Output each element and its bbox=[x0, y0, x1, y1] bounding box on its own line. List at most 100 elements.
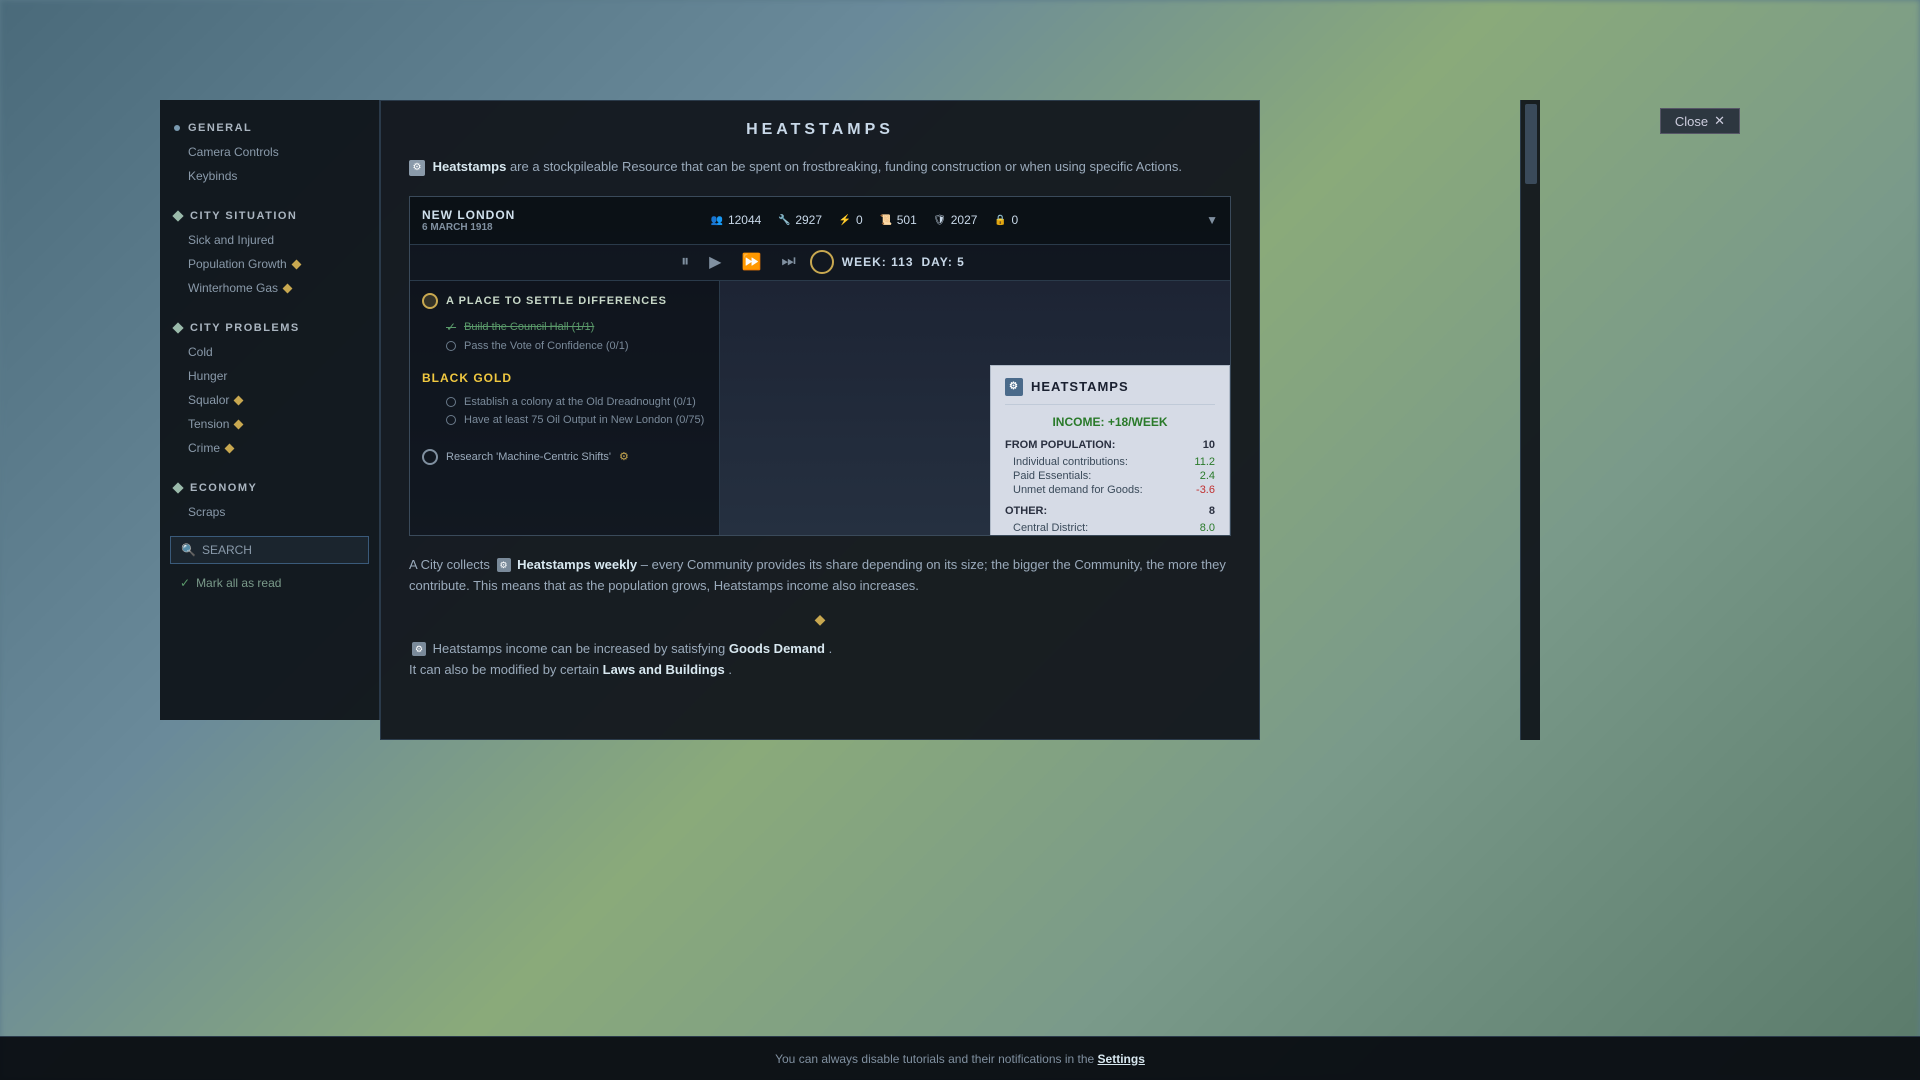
task-circle-colony-icon bbox=[446, 397, 456, 407]
close-icon: ✕ bbox=[1714, 113, 1725, 129]
task-circle-icon bbox=[446, 341, 456, 351]
heatstamps-body-icon: ⚙ bbox=[497, 558, 511, 572]
faith-value: 2027 bbox=[951, 213, 978, 227]
mark-all-read-button[interactable]: ✓ Mark all as read bbox=[160, 570, 379, 596]
day-label: DAY: 5 bbox=[922, 255, 965, 269]
sidebar-item-cold[interactable]: Cold bbox=[160, 340, 379, 364]
scrollbar-handle[interactable] bbox=[1525, 104, 1537, 184]
week-label: WEEK: 113 bbox=[842, 255, 914, 269]
body-paragraph-1: A City collects ⚙ Heatstamps weekly – ev… bbox=[409, 554, 1231, 597]
bottom-bar: You can always disable tutorials and the… bbox=[0, 1036, 1920, 1080]
hud-res-wood: 🔧 2927 bbox=[777, 213, 822, 227]
hs-popup-title-text: HEATSTAMPS bbox=[1031, 379, 1129, 394]
city-problems-diamond-icon bbox=[172, 322, 183, 333]
hs-section-from-pop: FROM POPULATION: 10 Individual contribut… bbox=[1005, 439, 1215, 497]
quest-research-item: Research 'Machine-Centric Shifts' ⚙ bbox=[422, 445, 707, 469]
tension-diamond-icon bbox=[234, 419, 244, 429]
heatstamps-value: 501 bbox=[897, 213, 917, 227]
economy-label: ECONOMY bbox=[190, 482, 257, 494]
central-district-value: 8.0 bbox=[1200, 522, 1215, 534]
para2-keyword1: Goods Demand bbox=[729, 641, 825, 656]
tension-label: Tension bbox=[188, 417, 229, 431]
income-value: +18/WEEK bbox=[1108, 415, 1168, 429]
sidebar-section-economy: ECONOMY Scraps bbox=[160, 476, 379, 524]
play-button[interactable]: ▶ bbox=[703, 250, 727, 274]
paid-essentials-label: Paid Essentials: bbox=[1013, 470, 1091, 482]
sidebar-item-crime[interactable]: Crime bbox=[160, 436, 379, 460]
quest-task-oil: Have at least 75 Oil Output in New Londo… bbox=[422, 411, 707, 429]
task-circle-oil-icon bbox=[446, 415, 456, 425]
sidebar-search[interactable]: 🔍 SEARCH bbox=[170, 536, 369, 564]
economy-diamond-icon bbox=[172, 482, 183, 493]
sidebar-section-general: GENERAL Camera Controls Keybinds bbox=[160, 116, 379, 188]
quest-panel: A PLACE TO SETTLE DIFFERENCES ✓ Build th… bbox=[410, 281, 720, 535]
bottom-bar-settings-link[interactable]: Settings bbox=[1098, 1052, 1145, 1066]
city-situation-diamond-icon bbox=[172, 210, 183, 221]
camera-controls-label: Camera Controls bbox=[188, 145, 279, 159]
individual-label: Individual contributions: bbox=[1013, 456, 1128, 468]
game-screenshot: NEW LONDON 6 MARCH 1918 👥 12044 🔧 2927 ⚡… bbox=[409, 196, 1231, 536]
income-label: INCOME: bbox=[1052, 415, 1104, 429]
sidebar-section-economy-header: ECONOMY bbox=[160, 476, 379, 500]
sidebar-section-city-problems-header: CITY PROBLEMS bbox=[160, 316, 379, 340]
sidebar-item-camera-controls[interactable]: Camera Controls bbox=[160, 140, 379, 164]
squalor-diamond-icon bbox=[234, 395, 244, 405]
wood-value: 2927 bbox=[795, 213, 822, 227]
sidebar-item-hunger[interactable]: Hunger bbox=[160, 364, 379, 388]
general-label: GENERAL bbox=[188, 122, 252, 134]
pause-button[interactable]: ⏸ bbox=[675, 251, 695, 273]
paid-essentials-value: 2.4 bbox=[1200, 470, 1215, 482]
central-district-label: Central District: bbox=[1013, 522, 1088, 534]
quest-task-vote: Pass the Vote of Confidence (0/1) bbox=[422, 337, 707, 355]
hud-city: NEW LONDON 6 MARCH 1918 bbox=[422, 208, 522, 233]
guards-icon: 🔒 bbox=[993, 213, 1007, 227]
time-controls: ⏸ ▶ ⏩ ⏭ WEEK: 113 DAY: 5 bbox=[410, 245, 1230, 281]
sidebar-scrollbar[interactable] bbox=[1520, 100, 1540, 740]
other-label: OTHER: bbox=[1005, 505, 1047, 517]
task-oil-label: Have at least 75 Oil Output in New Londo… bbox=[464, 414, 704, 426]
crime-label: Crime bbox=[188, 441, 220, 455]
quest-task-colony: Establish a colony at the Old Dreadnough… bbox=[422, 393, 707, 411]
heatstamps-popup: ⚙ HEATSTAMPS INCOME: +18/WEEK FROM POPUL… bbox=[990, 365, 1230, 536]
quest-name-black-gold: BLACK GOLD bbox=[422, 371, 707, 385]
close-button[interactable]: Close ✕ bbox=[1660, 108, 1740, 134]
mark-all-read-label: Mark all as read bbox=[196, 576, 281, 590]
page-title: HEATSTAMPS bbox=[409, 121, 1231, 139]
search-label: SEARCH bbox=[202, 543, 252, 557]
hud-bar: NEW LONDON 6 MARCH 1918 👥 12044 🔧 2927 ⚡… bbox=[410, 197, 1230, 245]
quest-circle-research bbox=[422, 449, 438, 465]
sidebar: GENERAL Camera Controls Keybinds CITY SI… bbox=[160, 100, 380, 720]
hud-resources: 👥 12044 🔧 2927 ⚡ 0 📜 501 🛡 2027 bbox=[522, 213, 1206, 227]
coal-icon: ⚡ bbox=[838, 213, 852, 227]
unmet-demand-label: Unmet demand for Goods: bbox=[1013, 484, 1143, 496]
sidebar-item-tension[interactable]: Tension bbox=[160, 412, 379, 436]
hud-res-guards: 🔒 0 bbox=[993, 213, 1018, 227]
sidebar-section-city-problems: CITY PROBLEMS Cold Hunger Squalor Tensio… bbox=[160, 316, 379, 460]
population-value: 12044 bbox=[728, 213, 761, 227]
hs-from-pop-header: FROM POPULATION: 10 bbox=[1005, 439, 1215, 451]
population-growth-diamond-icon bbox=[291, 259, 301, 269]
bottom-bar-text: You can always disable tutorials and the… bbox=[775, 1052, 1094, 1066]
search-icon: 🔍 bbox=[181, 543, 196, 557]
city-problems-label: CITY PROBLEMS bbox=[190, 322, 300, 334]
hs-popup-title: ⚙ HEATSTAMPS bbox=[1005, 378, 1215, 405]
sidebar-item-squalor[interactable]: Squalor bbox=[160, 388, 379, 412]
wood-icon: 🔧 bbox=[777, 213, 791, 227]
para1-adverb: weekly bbox=[595, 557, 638, 572]
winterhome-gas-label: Winterhome Gas bbox=[188, 281, 278, 295]
heatstamps-keyword: Heatstamps bbox=[433, 159, 507, 174]
fast-forward-max-button[interactable]: ⏭ bbox=[775, 251, 801, 273]
sidebar-item-winterhome-gas[interactable]: Winterhome Gas bbox=[160, 276, 379, 300]
quest-item-black-gold: BLACK GOLD Establish a colony at the Old… bbox=[422, 371, 707, 429]
crime-diamond-icon bbox=[225, 443, 235, 453]
sidebar-item-sick-injured[interactable]: Sick and Injured bbox=[160, 228, 379, 252]
sidebar-item-keybinds[interactable]: Keybinds bbox=[160, 164, 379, 188]
sidebar-item-scraps[interactable]: Scraps bbox=[160, 500, 379, 524]
sidebar-item-population-growth[interactable]: Population Growth bbox=[160, 252, 379, 276]
fast-forward-button[interactable]: ⏩ bbox=[735, 250, 767, 274]
hud-right: ▼ bbox=[1206, 213, 1218, 227]
hs-row-central-district: Central District: 8.0 bbox=[1005, 521, 1215, 535]
heatstamps-intro-icon: ⚙ bbox=[409, 160, 425, 176]
city-name: NEW LONDON bbox=[422, 208, 522, 222]
from-pop-value: 10 bbox=[1203, 439, 1215, 451]
